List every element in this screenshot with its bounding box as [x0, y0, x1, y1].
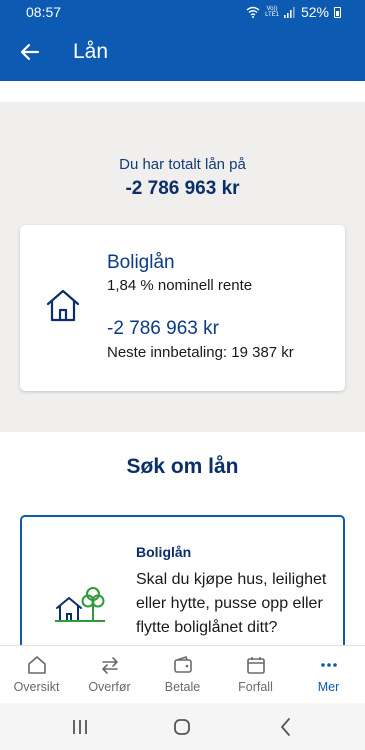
signal-icon: [283, 6, 295, 18]
house-tree-icon: [55, 587, 105, 622]
status-bar: 08:57 Vo)) LTE1 52%: [0, 0, 365, 25]
nav-item-forfall[interactable]: Forfall: [219, 646, 292, 703]
apply-card-description: Skal du kjøpe hus, leilighet eller hytte…: [136, 571, 327, 636]
back-arrow-icon[interactable]: [18, 40, 42, 64]
system-nav-bar: [0, 703, 365, 750]
recent-apps-icon[interactable]: [68, 715, 92, 739]
nav-item-oversikt[interactable]: Oversikt: [0, 646, 73, 703]
total-loan-label: Du har totalt lån på: [119, 156, 246, 173]
home-button-icon[interactable]: [170, 715, 194, 739]
home-icon: [27, 656, 46, 674]
status-time: 08:57: [26, 4, 62, 20]
page-title: Lån: [73, 40, 109, 63]
app-bar: Lån: [0, 25, 365, 81]
back-button-icon[interactable]: [274, 715, 298, 739]
apply-loan-heading: Søk om lån: [126, 455, 239, 478]
nav-label: Overfør: [88, 680, 131, 694]
nav-label: Oversikt: [13, 680, 60, 694]
loan-amount: -2 786 963 kr: [107, 318, 219, 339]
loan-rate: 1,84 % nominell rente: [107, 277, 253, 294]
transfer-icon: [101, 657, 118, 674]
more-icon: [320, 663, 337, 667]
loan-name: Boliglån: [107, 252, 175, 273]
calendar-icon: [246, 657, 265, 674]
battery-percent: 52%: [300, 4, 329, 20]
top-spacer: [0, 81, 365, 102]
nav-label: Forfall: [238, 680, 273, 694]
nav-item-overfor[interactable]: Overfør: [73, 646, 146, 703]
loan-card-boliglan[interactable]: Boliglån 1,84 % nominell rente -2 786 96…: [20, 225, 345, 391]
apply-card-title: Boliglån: [136, 544, 192, 560]
total-loan-amount: -2 786 963 kr: [125, 178, 240, 199]
nav-item-betale[interactable]: Betale: [146, 646, 219, 703]
nav-label: Mer: [317, 680, 340, 694]
network-type: Vo)) LTE1: [265, 6, 279, 18]
wallet-icon: [173, 655, 192, 673]
status-icons: Vo)) LTE1 52%: [246, 4, 341, 20]
wifi-icon: [246, 6, 260, 18]
nav-label: Betale: [164, 680, 201, 694]
bottom-nav: Oversikt Overfør Betale Forfall Mer: [0, 645, 365, 703]
battery-icon: [334, 6, 341, 18]
house-icon: [46, 289, 80, 322]
next-payment: Neste innbetaling: 19 387 kr: [107, 344, 294, 361]
nav-item-mer[interactable]: Mer: [292, 646, 365, 703]
